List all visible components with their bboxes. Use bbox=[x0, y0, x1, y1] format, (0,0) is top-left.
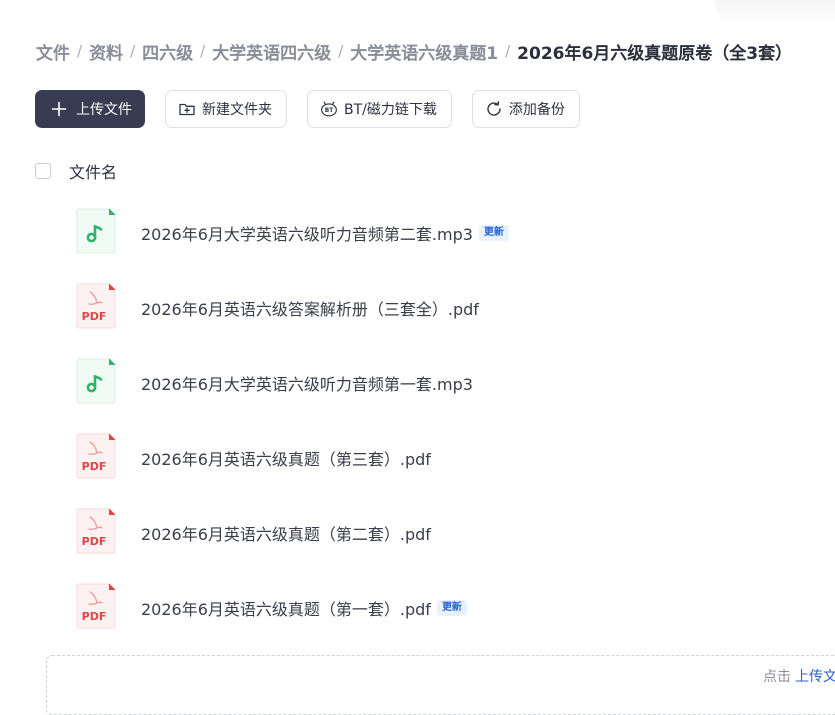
pdf-label: PDF bbox=[82, 310, 107, 323]
drop-zone-upload-link[interactable]: 上传文 bbox=[795, 669, 835, 685]
breadcrumb-separator: / bbox=[130, 42, 136, 60]
file-name[interactable]: 2026年6月英语六级真题（第三套）.pdf bbox=[141, 446, 431, 470]
new-folder-label: 新建文件夹 bbox=[202, 102, 272, 118]
breadcrumb-item-cet6-past-papers[interactable]: 大学英语六级真题1 bbox=[350, 39, 498, 64]
breadcrumb: 文件 / 资料 / 四六级 / 大学英语四六级 / 大学英语六级真题1 / 20… bbox=[36, 38, 792, 64]
file-name[interactable]: 2026年6月英语六级真题（第二套）.pdf bbox=[141, 521, 431, 545]
pdf-label: PDF bbox=[82, 535, 107, 548]
file-name[interactable]: 2026年6月大学英语六级听力音频第一套.mp3 bbox=[141, 371, 473, 395]
file-row[interactable]: PDF 2026年6月英语六级真题（第三套）.pdf bbox=[0, 420, 835, 495]
breadcrumb-item-files[interactable]: 文件 bbox=[36, 39, 70, 64]
file-row[interactable]: 2026年6月大学英语六级听力音频第一套.mp3 bbox=[0, 345, 835, 420]
breadcrumb-separator: / bbox=[505, 42, 511, 60]
audio-file-icon bbox=[75, 207, 117, 255]
column-header-filename[interactable]: 文件名 bbox=[69, 159, 117, 183]
pdf-file-icon: PDF bbox=[75, 582, 117, 630]
bt-magnet-download-label: BT/磁力链下载 bbox=[344, 102, 437, 118]
file-name-container: 2026年6月英语六级答案解析册（三套全）.pdf bbox=[141, 270, 479, 345]
pdf-label: PDF bbox=[82, 610, 107, 623]
breadcrumb-separator: / bbox=[77, 42, 83, 60]
file-name-container: 2026年6月英语六级真题（第一套）.pdf 更新 bbox=[141, 570, 467, 645]
breadcrumb-separator: / bbox=[338, 42, 344, 60]
add-backup-button[interactable]: 添加备份 bbox=[471, 90, 580, 128]
plus-icon bbox=[50, 100, 68, 118]
file-list-header: 文件名 bbox=[35, 160, 117, 182]
new-folder-button[interactable]: 新建文件夹 bbox=[165, 90, 287, 128]
pdf-label: PDF bbox=[82, 460, 107, 473]
pdf-file-icon: PDF bbox=[75, 432, 117, 480]
file-name-container: 2026年6月大学英语六级听力音频第二套.mp3 更新 bbox=[141, 195, 509, 270]
pdf-file-icon: PDF bbox=[75, 282, 117, 330]
add-backup-label: 添加备份 bbox=[508, 102, 565, 118]
folder-plus-icon bbox=[178, 100, 196, 118]
bt-icon: BT bbox=[320, 100, 338, 118]
select-all-checkbox[interactable] bbox=[35, 163, 51, 179]
top-right-shadow bbox=[715, 0, 835, 26]
file-row[interactable]: 2026年6月大学英语六级听力音频第二套.mp3 更新 bbox=[0, 195, 835, 270]
breadcrumb-separator: / bbox=[200, 42, 206, 60]
drop-zone-hint-text: 点击 bbox=[763, 669, 791, 685]
sync-icon bbox=[485, 100, 503, 118]
breadcrumb-item-cet[interactable]: 四六级 bbox=[142, 39, 193, 64]
updated-badge: 更新 bbox=[478, 224, 509, 241]
file-row[interactable]: PDF 2026年6月英语六级答案解析册（三套全）.pdf bbox=[0, 270, 835, 345]
bt-magnet-download-button[interactable]: BT BT/磁力链下载 bbox=[307, 90, 452, 128]
audio-file-icon bbox=[75, 357, 117, 405]
file-name-container: 2026年6月英语六级真题（第二套）.pdf bbox=[141, 495, 431, 570]
file-row[interactable]: PDF 2026年6月英语六级真题（第一套）.pdf 更新 bbox=[0, 570, 835, 645]
breadcrumb-current: 2026年6月六级真题原卷（全3套） bbox=[517, 43, 793, 64]
upload-file-label: 上传文件 bbox=[76, 102, 132, 118]
breadcrumb-item-materials[interactable]: 资料 bbox=[89, 39, 123, 64]
file-list: 2026年6月大学英语六级听力音频第二套.mp3 更新 PDF 2026年6月英语六级… bbox=[0, 195, 835, 645]
bt-glyph: BT bbox=[325, 108, 333, 114]
upload-drop-zone[interactable]: 点击 上传文 bbox=[46, 655, 835, 715]
file-row[interactable]: PDF 2026年6月英语六级真题（第二套）.pdf bbox=[0, 495, 835, 570]
breadcrumb-item-cet4-6[interactable]: 大学英语四六级 bbox=[212, 39, 331, 64]
file-name[interactable]: 2026年6月英语六级真题（第一套）.pdf bbox=[141, 596, 431, 620]
file-name[interactable]: 2026年6月大学英语六级听力音频第二套.mp3 bbox=[141, 221, 473, 245]
pdf-file-icon: PDF bbox=[75, 507, 117, 555]
upload-file-button[interactable]: 上传文件 bbox=[35, 90, 145, 128]
file-name-container: 2026年6月英语六级真题（第三套）.pdf bbox=[141, 420, 431, 495]
updated-badge: 更新 bbox=[436, 599, 467, 616]
file-name-container: 2026年6月大学英语六级听力音频第一套.mp3 bbox=[141, 345, 473, 420]
file-name[interactable]: 2026年6月英语六级答案解析册（三套全）.pdf bbox=[141, 296, 479, 320]
toolbar: 上传文件 新建文件夹 BT BT/磁力链下载 添加备份 bbox=[35, 90, 600, 130]
drop-zone-hint: 点击 上传文 bbox=[763, 666, 835, 686]
